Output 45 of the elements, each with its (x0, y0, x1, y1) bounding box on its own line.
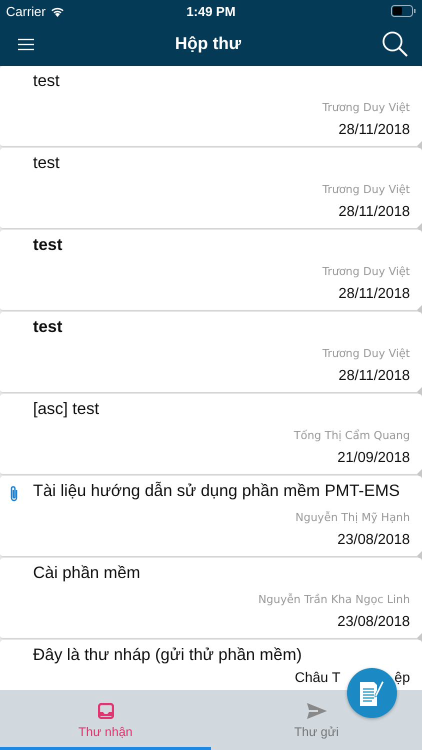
message-date: 21/09/2018 (337, 450, 410, 466)
clock-text: 1:49 PM (186, 4, 236, 18)
message-row[interactable]: test Trương Duy Việt 28/11/2018 (0, 66, 422, 146)
sender-name: ệp (394, 669, 410, 685)
message-row[interactable]: Tài liệu hướng dẫn sử dụng phần mềm PMT-EMS Nguyễn Thị Mỹ Hạnh 23/08/2018 (0, 476, 422, 556)
message-date: 28/11/2018 (338, 122, 410, 138)
message-subject: test (33, 153, 61, 173)
message-date: 23/08/2018 (337, 532, 410, 548)
message-subject: Đây là thư nháp (gửi thử phần mềm) (33, 645, 303, 665)
sender-name: Châu T (294, 669, 340, 685)
message-row[interactable]: test Trương Duy Việt 28/11/2018 (0, 230, 422, 310)
document-pen-icon (359, 679, 385, 707)
message-date: 28/11/2018 (338, 368, 410, 384)
menu-icon (18, 38, 34, 50)
carrier-text: Carrier (6, 4, 46, 18)
sender-name: Nguyễn Thị Mỹ Hạnh (295, 511, 410, 525)
sender-name: Trương Duy Việt (322, 347, 410, 361)
message-subject: Tài liệu hướng dẫn sử dụng phần mềm PMT-EMS (33, 481, 401, 501)
message-date: 23/08/2018 (337, 614, 410, 630)
sender-name: Trương Duy Việt (322, 265, 410, 279)
paperclip-icon (9, 485, 19, 502)
message-subject: test (33, 71, 61, 91)
message-subject: Cài phần mềm (33, 563, 142, 583)
message-subject: [asc] test (33, 399, 100, 419)
wifi-icon (50, 6, 65, 16)
search-icon (382, 31, 408, 57)
sender-name: Tống Thị Cẩm Quang (294, 429, 410, 443)
sender-name: Nguyễn Trần Kha Ngọc Linh (258, 593, 410, 607)
message-row[interactable]: test Trương Duy Việt 28/11/2018 (0, 312, 422, 392)
message-date: 28/11/2018 (338, 204, 410, 220)
menu-button[interactable] (18, 38, 34, 50)
search-button[interactable] (382, 31, 408, 57)
battery-icon (391, 5, 416, 17)
send-icon (306, 702, 326, 718)
message-row[interactable]: Đây là thư nháp (gửi thử phần mềm) Châu T ệp (0, 640, 422, 690)
message-row[interactable]: [asc] test Tống Thị Cẩm Quang 21/09/2018 (0, 394, 422, 474)
message-date: 28/11/2018 (338, 286, 410, 302)
sender-name: Trương Duy Việt (322, 183, 410, 197)
message-row[interactable]: Cài phần mềm Nguyễn Trần Kha Ngọc Linh 23/08/2018 (0, 558, 422, 638)
inbox-icon (98, 702, 114, 718)
message-subject: test (33, 317, 64, 337)
sender-name: Trương Duy Việt (322, 101, 410, 115)
screen-title: Hộp thư (174, 34, 242, 54)
message-row[interactable]: test Trương Duy Việt 28/11/2018 (0, 148, 422, 228)
message-subject: test (33, 235, 64, 255)
